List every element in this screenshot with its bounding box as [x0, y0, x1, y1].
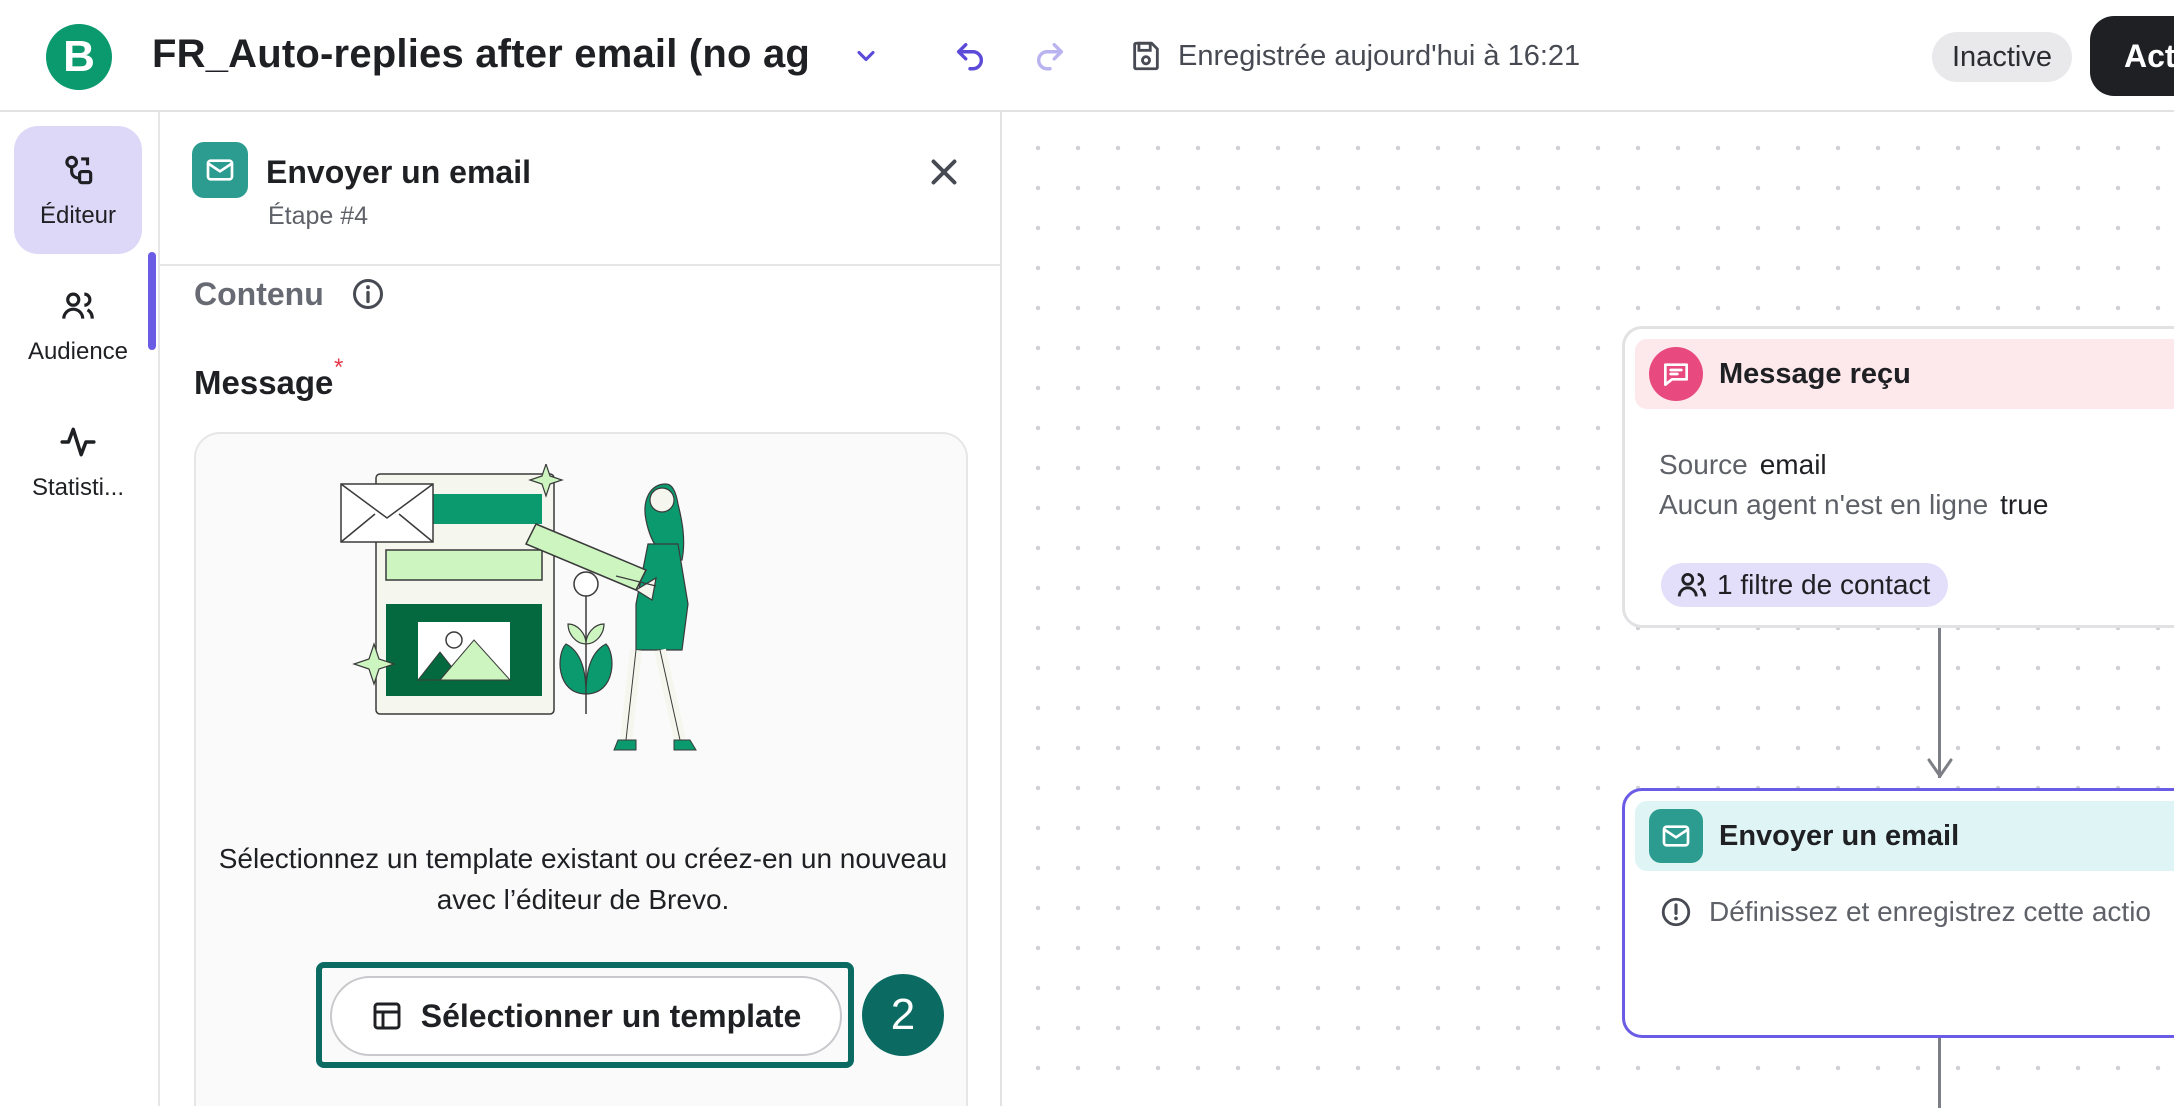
contacts-icon [1675, 568, 1709, 602]
template-icon [371, 1000, 403, 1032]
audience-icon [59, 287, 97, 332]
email-icon [1649, 809, 1703, 863]
title-dropdown-chevron-icon[interactable] [846, 36, 886, 76]
node-title: Envoyer un email [1719, 819, 1960, 852]
nav-item-audience[interactable]: Audience [14, 262, 142, 390]
message-label: Message [194, 364, 334, 401]
contact-filter-pill[interactable]: 1 filtre de contact [1661, 563, 1949, 607]
save-icon [1126, 36, 1166, 76]
node-warning-text: Définissez et enregistrez cette actio [1709, 896, 2151, 927]
workflow-canvas[interactable]: Message reçu Source email Aucun agent n'e… [1004, 114, 2174, 1108]
required-marker: * [334, 354, 344, 381]
trigger-node-message-received[interactable]: Message reçu Source email Aucun agent n'e… [1622, 326, 2174, 628]
contact-filter-label: 1 filtre de contact [1717, 569, 1931, 600]
empty-state-description: Sélectionnez un template existant ou cré… [218, 843, 948, 915]
node-field-source: Source email [1659, 449, 1827, 480]
editor-icon [59, 151, 97, 196]
step-settings-panel: Envoyer un email Étape #4 Contenu Messag… [158, 112, 1002, 1106]
node-field-no-agent-online: Aucun agent n'est en ligne true [1659, 489, 2049, 520]
select-template-label: Sélectionner un template [420, 997, 802, 1034]
select-template-button[interactable]: Sélectionner un template [330, 976, 842, 1056]
activate-button[interactable]: Acti [2090, 16, 2174, 96]
save-status: Enregistrée aujourd'hui à 16:21 [1178, 40, 1581, 72]
brevo-logo[interactable]: B [46, 24, 112, 90]
info-icon[interactable] [350, 276, 386, 312]
connector-line [1938, 1038, 1941, 1108]
nav-item-label: Statisti... [31, 473, 125, 501]
step-number-badge: 2 [862, 974, 944, 1056]
email-icon [192, 142, 248, 198]
nav-item-label: Audience [27, 337, 129, 365]
node-header: Message reçu [1635, 339, 2174, 409]
close-icon[interactable] [922, 150, 966, 194]
statistics-icon [59, 423, 97, 468]
nav-item-label: Éditeur [39, 201, 117, 229]
nav-item-statistics[interactable]: Statisti... [14, 398, 142, 526]
email-template-illustration [340, 464, 697, 751]
step-number: Étape #4 [268, 202, 369, 230]
panel-header: Envoyer un email Étape #4 [160, 112, 1000, 266]
panel-title: Envoyer un email [266, 154, 531, 190]
template-empty-state-card: Sélectionnez un template existant ou cré… [194, 432, 968, 1106]
action-node-send-email[interactable]: Envoyer un email Définissez et enregistr… [1622, 788, 2174, 1038]
node-warning: Définissez et enregistrez cette actio [1659, 895, 2151, 929]
node-title: Message reçu [1719, 357, 1911, 390]
top-bar: B FR_Auto-replies after email (no ag Enr… [0, 0, 2174, 112]
node-header: Envoyer un email [1635, 801, 2174, 871]
nav-item-editor[interactable]: Éditeur [14, 126, 142, 254]
warning-icon [1659, 895, 1693, 929]
arrow-down-icon [1927, 758, 1953, 778]
redo-icon[interactable] [1030, 36, 1070, 76]
section-content-label: Contenu [194, 276, 324, 312]
active-nav-indicator [148, 252, 156, 350]
status-badge: Inactive [1932, 32, 2072, 82]
undo-icon[interactable] [950, 36, 990, 76]
workflow-title[interactable]: FR_Auto-replies after email (no ag [152, 32, 812, 77]
left-navigation: Éditeur Audience Statisti... [0, 112, 158, 1106]
chat-message-icon [1649, 347, 1703, 401]
